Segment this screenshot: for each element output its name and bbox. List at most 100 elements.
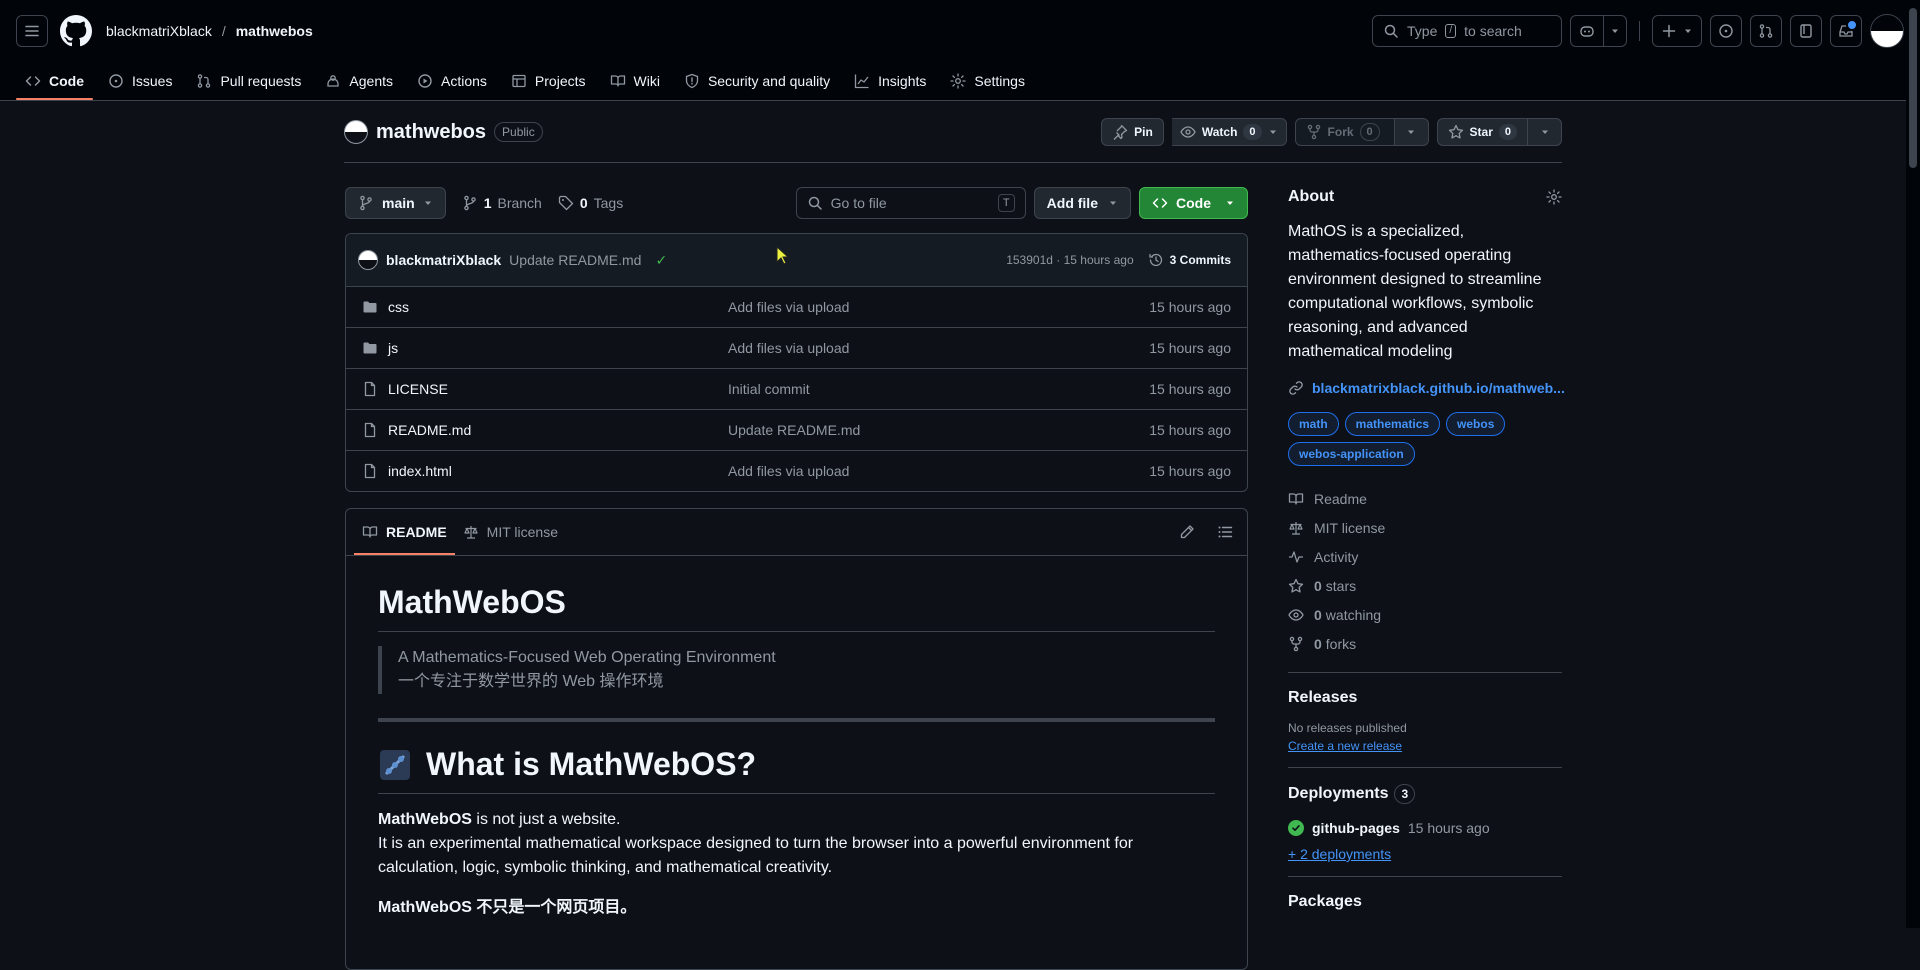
notifications-button[interactable] bbox=[1830, 15, 1862, 47]
topic-tag[interactable]: mathematics bbox=[1344, 412, 1441, 436]
file-commit-message[interactable]: Add files via upload bbox=[728, 463, 849, 479]
tab-issues[interactable]: Issues bbox=[99, 62, 181, 100]
readme-link[interactable]: Readme bbox=[1288, 484, 1562, 513]
file-name[interactable]: LICENSE bbox=[388, 381, 728, 397]
tab-agents[interactable]: Agents bbox=[316, 62, 402, 100]
copilot-dropdown-button[interactable] bbox=[1603, 16, 1626, 46]
readme-paragraph: MathWebOS is not just a website. It is an… bbox=[378, 808, 1215, 880]
menu-button[interactable] bbox=[16, 15, 48, 47]
star-button[interactable]: Star 0 bbox=[1436, 118, 1528, 146]
breadcrumb-owner[interactable]: blackmatriXblack bbox=[106, 23, 212, 39]
stars-label: stars bbox=[1325, 577, 1357, 594]
pencil-icon[interactable] bbox=[1179, 524, 1195, 540]
stars-link[interactable]: 0 stars bbox=[1288, 571, 1562, 600]
pin-icon bbox=[1112, 124, 1128, 140]
license-link[interactable]: MIT license bbox=[1288, 513, 1562, 542]
topic-tag[interactable]: webos-application bbox=[1288, 442, 1415, 466]
watch-button[interactable]: Watch 0 bbox=[1171, 118, 1287, 146]
star-label: Star bbox=[1469, 125, 1493, 139]
topic-tag[interactable]: webos bbox=[1446, 412, 1506, 436]
file-name[interactable]: css bbox=[388, 299, 728, 315]
repositories-button[interactable] bbox=[1790, 15, 1822, 47]
file-commit-message[interactable]: Update README.md bbox=[728, 422, 860, 438]
code-button[interactable]: Code bbox=[1139, 187, 1248, 219]
commits-history-link[interactable]: 3 Commits bbox=[1148, 252, 1231, 268]
create-release-link[interactable]: Create a new release bbox=[1288, 739, 1402, 753]
file-commit-message[interactable]: Add files via upload bbox=[728, 299, 849, 315]
file-row[interactable]: css Add files via upload 15 hours ago bbox=[346, 287, 1247, 328]
topic-tag[interactable]: math bbox=[1288, 412, 1339, 436]
folder-icon bbox=[362, 299, 378, 315]
github-logo-icon[interactable] bbox=[60, 15, 92, 47]
more-deployments-link[interactable]: + 2 deployments bbox=[1288, 846, 1391, 862]
eye-icon bbox=[1288, 607, 1304, 623]
file-row[interactable]: index.html Add files via upload 15 hours… bbox=[346, 451, 1247, 491]
homepage-link[interactable]: blackmatrixblack.github.io/mathweb... bbox=[1288, 380, 1565, 396]
tags-link[interactable]: 0 Tags bbox=[558, 195, 623, 211]
go-to-file-input[interactable]: Go to file T bbox=[795, 187, 1026, 219]
file-name[interactable]: README.md bbox=[388, 422, 728, 438]
branches-link[interactable]: 1 Branch bbox=[462, 195, 542, 211]
create-new-button[interactable] bbox=[1653, 16, 1701, 46]
tab-label: Security and quality bbox=[707, 73, 831, 89]
tab-settings[interactable]: Settings bbox=[941, 62, 1034, 100]
file-row[interactable]: README.md Update README.md 15 hours ago bbox=[346, 410, 1247, 451]
watch-label: Watch bbox=[1201, 125, 1238, 139]
issues-button[interactable] bbox=[1710, 15, 1742, 47]
commit-author[interactable]: blackmatriXblack bbox=[386, 252, 501, 268]
tab-wiki[interactable]: Wiki bbox=[601, 62, 669, 100]
activity-label: Activity bbox=[1314, 548, 1359, 565]
add-file-button[interactable]: Add file bbox=[1033, 187, 1131, 219]
tab-readme[interactable]: README bbox=[354, 509, 455, 555]
tab-pull-requests[interactable]: Pull requests bbox=[187, 62, 310, 100]
file-name[interactable]: index.html bbox=[388, 463, 728, 479]
releases-heading[interactable]: Releases bbox=[1288, 689, 1562, 707]
tab-license[interactable]: MIT license bbox=[455, 509, 566, 555]
file-commit-message[interactable]: Initial commit bbox=[728, 381, 810, 397]
page-scrollbar[interactable] bbox=[1906, 0, 1920, 928]
list-icon[interactable] bbox=[1217, 524, 1233, 540]
file-row[interactable]: LICENSE Initial commit 15 hours ago bbox=[346, 369, 1247, 410]
commit-author-avatar[interactable] bbox=[358, 250, 378, 270]
visibility-badge: Public bbox=[494, 122, 543, 142]
tab-insights[interactable]: Insights bbox=[845, 62, 935, 100]
fork-button[interactable]: Fork 0 bbox=[1294, 118, 1395, 146]
file-row[interactable]: js Add files via upload 15 hours ago bbox=[346, 328, 1247, 369]
repo-owner-avatar[interactable] bbox=[344, 120, 368, 144]
deployments-heading[interactable]: Deployments 3 bbox=[1288, 784, 1562, 804]
tab-security[interactable]: Security and quality bbox=[675, 62, 839, 100]
repo-sidebar: About MathOS is a specialized, mathemati… bbox=[1288, 188, 1565, 911]
file-commit-message[interactable]: Add files via upload bbox=[728, 340, 849, 356]
fork-dropdown-button[interactable] bbox=[1394, 118, 1429, 146]
gear-icon bbox=[950, 73, 967, 89]
activity-link[interactable]: Activity bbox=[1288, 542, 1562, 571]
global-search[interactable]: Type / to search bbox=[1372, 15, 1562, 47]
user-avatar[interactable] bbox=[1870, 14, 1904, 48]
star-dropdown-button[interactable] bbox=[1528, 118, 1562, 146]
forks-link[interactable]: 0 forks bbox=[1288, 629, 1562, 658]
repo-title-bar: mathwebos Public Pin Watch 0 Fork 0 Star… bbox=[344, 118, 1562, 163]
commit-sha-time[interactable]: 153901d · 15 hours ago bbox=[1006, 253, 1133, 267]
watching-link[interactable]: 0 watching bbox=[1288, 600, 1562, 629]
tab-actions[interactable]: Actions bbox=[408, 62, 496, 100]
tag-icon bbox=[558, 195, 574, 211]
packages-heading[interactable]: Packages bbox=[1288, 893, 1562, 911]
repo-name[interactable]: mathwebos bbox=[376, 118, 486, 146]
commit-message[interactable]: Update README.md bbox=[509, 252, 641, 268]
table-icon bbox=[511, 73, 527, 89]
branch-selector[interactable]: main bbox=[345, 187, 446, 219]
tab-projects[interactable]: Projects bbox=[502, 62, 595, 100]
pin-button[interactable]: Pin bbox=[1101, 118, 1164, 146]
scrollbar-thumb[interactable] bbox=[1909, 8, 1917, 168]
file-name[interactable]: js bbox=[388, 340, 728, 356]
tab-code[interactable]: Code bbox=[16, 62, 93, 100]
gear-icon[interactable] bbox=[1546, 189, 1562, 205]
check-icon[interactable]: ✓ bbox=[655, 252, 667, 269]
copilot-button[interactable] bbox=[1571, 16, 1603, 46]
code-icon bbox=[1152, 195, 1168, 211]
file-date: 15 hours ago bbox=[1149, 463, 1231, 479]
star-icon bbox=[1288, 578, 1304, 594]
breadcrumb-repo[interactable]: mathwebos bbox=[236, 23, 313, 39]
deployment-item[interactable]: github-pages 15 hours ago bbox=[1288, 820, 1562, 836]
pull-requests-button[interactable] bbox=[1750, 15, 1782, 47]
